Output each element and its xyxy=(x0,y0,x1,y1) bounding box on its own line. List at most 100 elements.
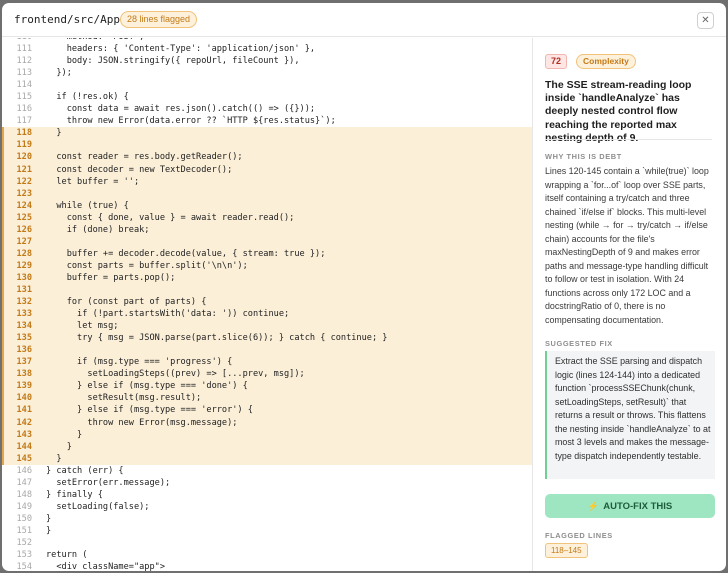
line-code: } xyxy=(46,525,52,536)
line-code: } xyxy=(46,128,62,139)
line-number: 147 xyxy=(16,477,32,488)
auto-fix-label: AUTO-FIX THIS xyxy=(603,501,673,512)
code-line: 111 headers: { 'Content-Type': 'applicat… xyxy=(2,43,532,55)
issue-modal: frontend/src/App.jsx 28 lines flagged ✕ … xyxy=(2,3,726,571)
code-line: 122 let buffer = ''; xyxy=(2,175,532,188)
line-code: setLoadingSteps((prev) => [...prev, msg]… xyxy=(46,369,305,380)
line-number: 145 xyxy=(16,453,32,464)
code-line: 137 if (msg.type === 'progress') { xyxy=(2,356,532,369)
code-line: 132 for (const part of parts) { xyxy=(2,296,532,309)
fix-section-label: SUGGESTED FIX xyxy=(545,339,613,348)
line-code: while (true) { xyxy=(46,200,129,211)
code-line: 146} catch (err) { xyxy=(2,465,532,477)
line-code: throw new Error(data.error ?? `HTTP ${re… xyxy=(46,116,336,127)
line-code: const reader = res.body.getReader(); xyxy=(46,152,243,163)
code-line: 135 try { msg = JSON.parse(part.slice(6)… xyxy=(2,332,532,345)
line-number: 119 xyxy=(16,140,32,151)
flagged-lines-badge: 28 lines flagged xyxy=(120,11,198,28)
code-line: 142 throw new Error(msg.message); xyxy=(2,416,532,429)
code-viewer[interactable]: 110 method: 'POST',111 headers: { 'Conte… xyxy=(2,38,532,571)
code-line: 130 buffer = parts.pop(); xyxy=(2,271,532,285)
code-line: 153 return ( xyxy=(2,549,532,561)
line-code: } xyxy=(46,513,52,524)
line-code: headers: { 'Content-Type': 'application/… xyxy=(46,44,316,55)
line-code: if (msg.type === 'progress') { xyxy=(46,357,233,368)
line-code: if (!part.startsWith('data: ')) continue… xyxy=(46,309,290,320)
line-code: }); xyxy=(46,68,72,79)
line-code: const data = await res.json().catch(() =… xyxy=(46,104,316,115)
auto-fix-button[interactable]: ⚡ AUTO-FIX THIS xyxy=(545,494,715,518)
code-line: 128 buffer += decoder.decode(value, { st… xyxy=(2,247,532,260)
line-number: 117 xyxy=(16,116,32,127)
close-button[interactable]: ✕ xyxy=(697,12,714,29)
line-number: 139 xyxy=(16,381,32,392)
line-number: 149 xyxy=(16,501,32,512)
flagged-range-badge[interactable]: 118–145 xyxy=(545,543,588,558)
line-number: 123 xyxy=(16,188,32,199)
line-number: 122 xyxy=(16,176,32,187)
code-line: 141 } else if (msg.type === 'error') { xyxy=(2,404,532,417)
why-section-label: WHY THIS IS DEBT xyxy=(545,152,622,161)
code-line: 114 xyxy=(2,79,532,91)
code-line: 126 if (done) break; xyxy=(2,223,532,236)
line-number: 120 xyxy=(16,152,32,163)
line-number: 151 xyxy=(16,525,32,536)
flagged-lines-label: FLAGGED LINES xyxy=(545,531,613,540)
line-code: } xyxy=(46,453,62,464)
line-number: 114 xyxy=(16,80,32,91)
line-number: 126 xyxy=(16,224,32,235)
line-number: 138 xyxy=(16,369,32,380)
line-number: 133 xyxy=(16,309,32,320)
code-line: 138 setLoadingSteps((prev) => [...prev, … xyxy=(2,368,532,381)
modal-header: frontend/src/App.jsx 28 lines flagged ✕ xyxy=(2,3,726,37)
code-line: 148 } finally { xyxy=(2,489,532,501)
code-line: 147 setError(err.message); xyxy=(2,477,532,489)
code-line: 127 xyxy=(2,235,532,248)
line-code: let msg; xyxy=(46,321,119,332)
code-line: 154 <div className="app"> xyxy=(2,561,532,571)
code-line: 112 body: JSON.stringify({ repoUrl, file… xyxy=(2,55,532,67)
line-number: 137 xyxy=(16,357,32,368)
line-code: } else if (msg.type === 'done') { xyxy=(46,381,248,392)
line-number: 116 xyxy=(16,104,32,115)
code-line: 124 while (true) { xyxy=(2,199,532,212)
line-code: try { msg = JSON.parse(part.slice(6)); }… xyxy=(46,333,388,344)
code-line: 118 } xyxy=(2,127,532,140)
line-code: } finally { xyxy=(46,489,103,500)
line-number: 144 xyxy=(16,441,32,452)
close-icon: ✕ xyxy=(701,15,710,26)
code-line: 120 const reader = res.body.getReader(); xyxy=(2,151,532,164)
line-code: for (const part of parts) { xyxy=(46,297,207,308)
line-code: } xyxy=(46,429,83,440)
issue-panel: 72 Complexity The SSE stream-reading loo… xyxy=(533,38,726,571)
line-number: 125 xyxy=(16,212,32,223)
line-code: return ( xyxy=(46,550,88,561)
code-line: 123 xyxy=(2,187,532,200)
line-number: 121 xyxy=(16,164,32,175)
line-code: setResult(msg.result); xyxy=(46,393,202,404)
line-number: 115 xyxy=(16,92,32,103)
line-number: 128 xyxy=(16,248,32,259)
line-number: 150 xyxy=(16,513,32,524)
why-description: Lines 120-145 contain a `while(true)` lo… xyxy=(545,166,709,325)
line-number: 135 xyxy=(16,333,32,344)
line-number: 146 xyxy=(16,465,32,476)
issue-headline: The SSE stream-reading loop inside `hand… xyxy=(545,79,692,144)
line-number: 129 xyxy=(16,260,32,271)
line-code: let buffer = ''; xyxy=(46,176,140,187)
line-number: 127 xyxy=(16,236,32,247)
line-number: 148 xyxy=(16,489,32,500)
line-code: setLoading(false); xyxy=(46,501,150,512)
line-number: 113 xyxy=(16,68,32,79)
code-line: 113 }); xyxy=(2,67,532,79)
code-line: 125 const { done, value } = await reader… xyxy=(2,211,532,224)
code-line: 149 setLoading(false); xyxy=(2,501,532,513)
section-divider xyxy=(545,139,712,140)
line-code: buffer += decoder.decode(value, { stream… xyxy=(46,248,326,259)
line-code: setError(err.message); xyxy=(46,477,171,488)
code-line: 152 xyxy=(2,537,532,549)
lightning-icon: ⚡ xyxy=(587,501,599,511)
line-number: 132 xyxy=(16,297,32,308)
code-line: 150} xyxy=(2,513,532,525)
code-line: 121 const decoder = new TextDecoder(); xyxy=(2,163,532,176)
